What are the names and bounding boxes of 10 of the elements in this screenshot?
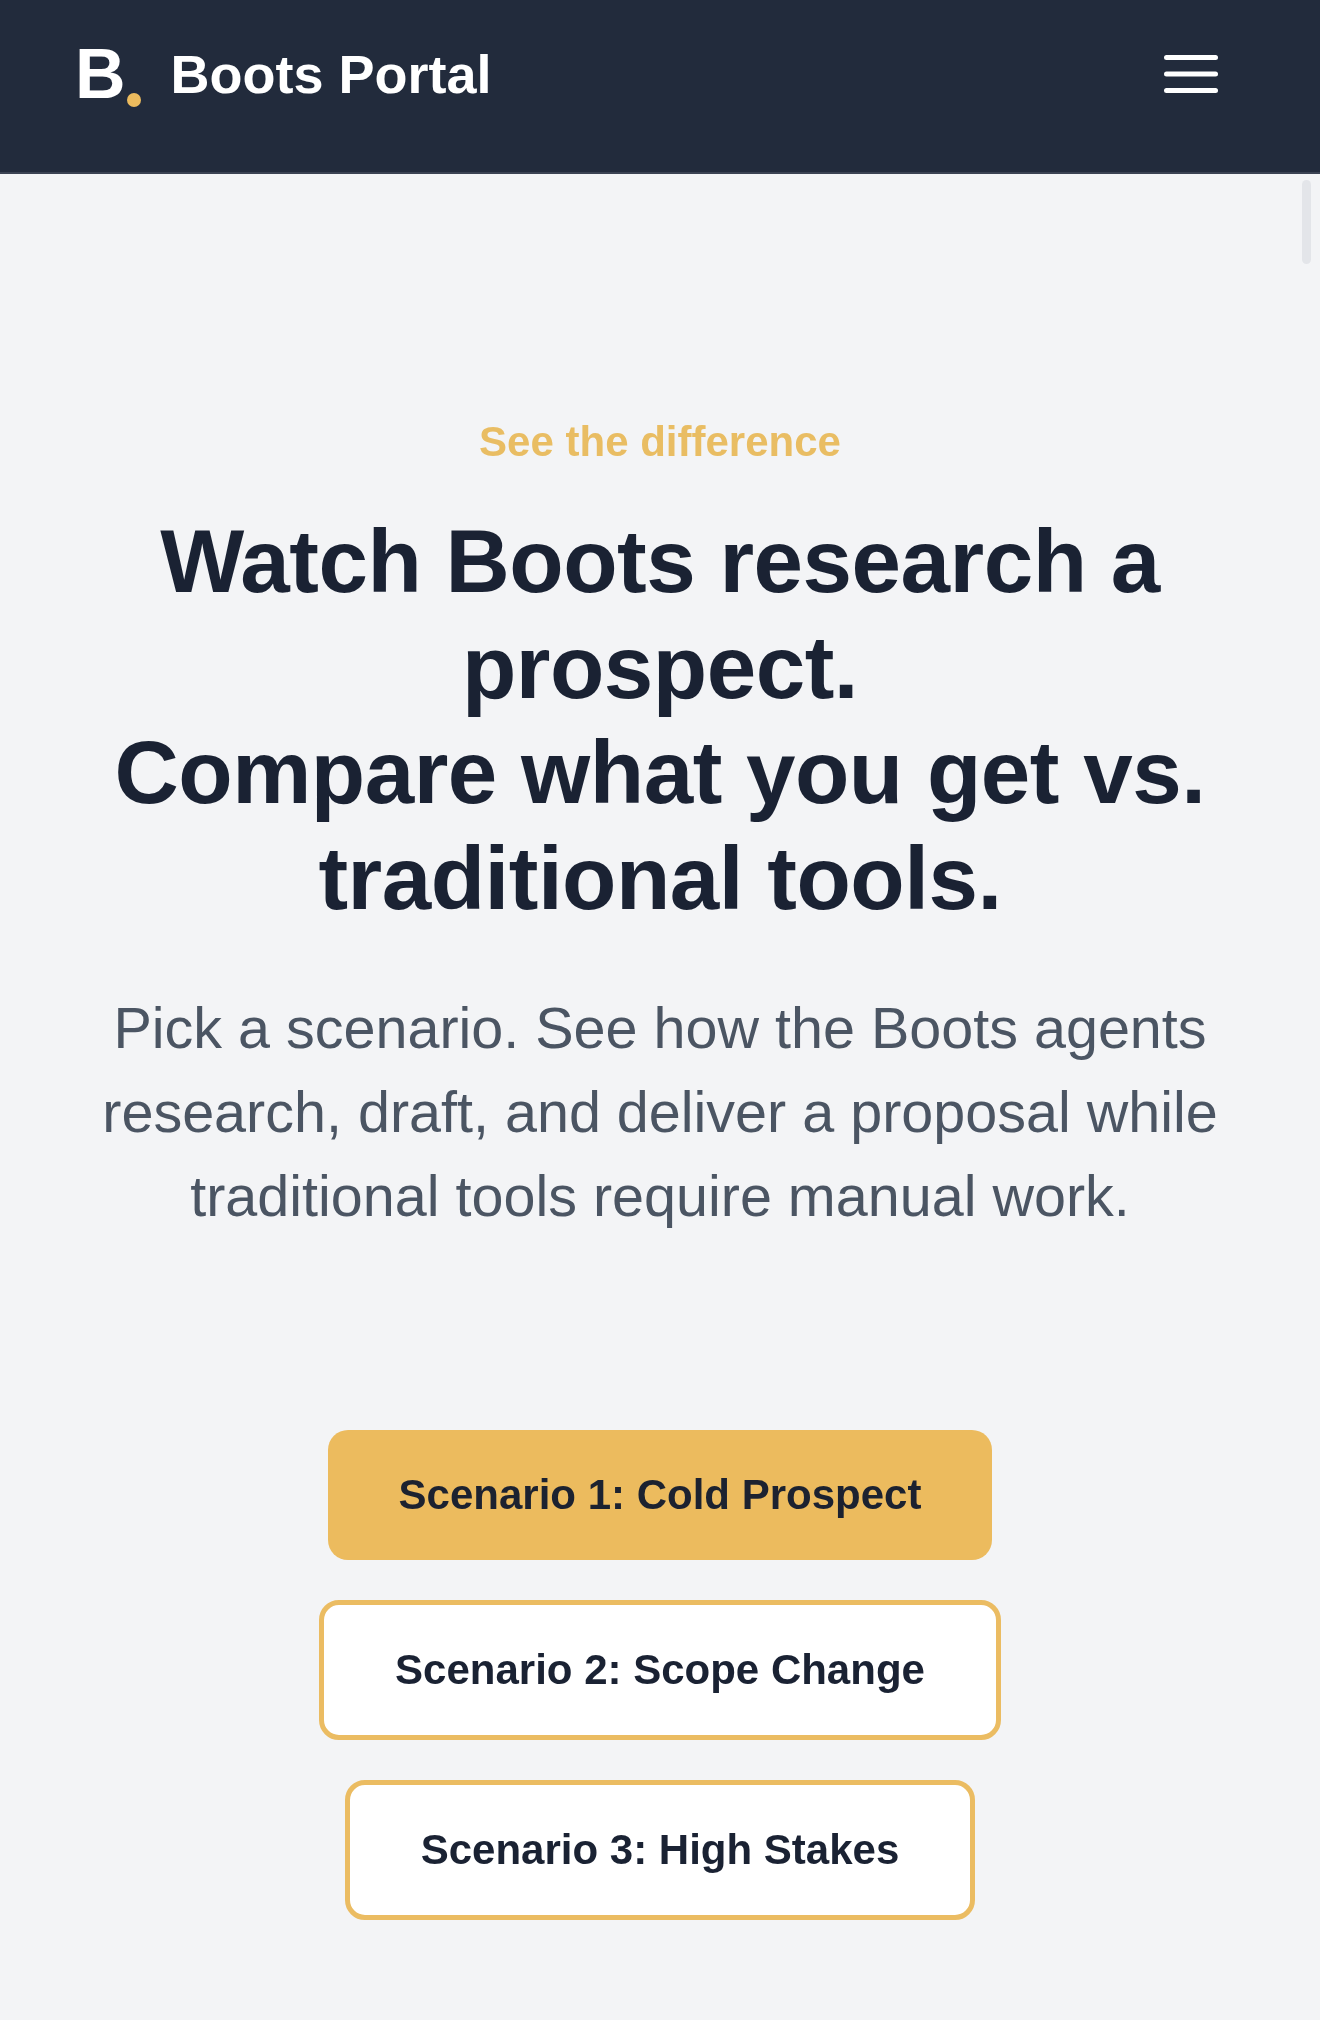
scenario-button[interactable]: Scenario 3: High Stakes — [344, 1780, 976, 1921]
page-heading: Watch Boots research a prospect. Compare what you get vs. traditional tools. — [113, 510, 1207, 930]
menu-icon[interactable] — [1164, 55, 1218, 93]
intro-paragraph: Pick a scenario. See how the Boots agents research, draft, and deliver a proposal while traditional tools require manual work. — [101, 995, 1219, 1231]
site-title: Boots Portal — [170, 47, 492, 101]
scenario-button[interactable]: Scenario 2: Scope Change — [319, 1600, 1001, 1741]
logo-mark: B — [75, 39, 124, 109]
section-eyebrow: See the difference — [479, 417, 841, 467]
logo-dot-icon — [126, 93, 141, 107]
scenario-button[interactable]: Scenario 1: Cold Prospect — [327, 1430, 993, 1561]
